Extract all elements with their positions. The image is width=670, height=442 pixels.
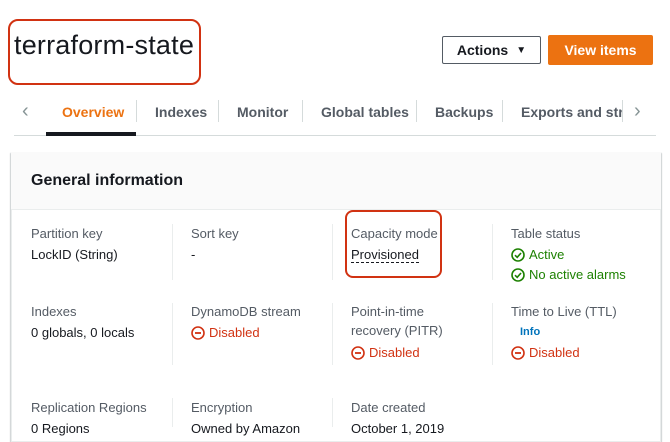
check-circle-icon (511, 268, 525, 282)
tab-backups[interactable]: Backups (435, 104, 493, 120)
ttl-label: Time to Live (TTL) (511, 304, 617, 319)
date-created-value: October 1, 2019 (351, 421, 445, 436)
column-divider (172, 398, 173, 427)
stream-status-text: Disabled (209, 325, 260, 340)
disabled-icon (351, 346, 365, 360)
indexes-value: 0 globals, 0 locals (31, 325, 135, 340)
capacity-mode-highlight (345, 210, 442, 278)
stream-status: Disabled (191, 323, 260, 343)
column-divider (332, 224, 333, 280)
tab-divider (136, 100, 137, 122)
indexes-label: Indexes (31, 304, 77, 319)
active-tab-indicator (46, 132, 136, 136)
page-title: terraform-state (14, 30, 195, 60)
disabled-icon (191, 326, 205, 340)
tab-exports-and-streams[interactable]: Exports and streams (521, 104, 622, 120)
pitr-label-line2: recovery (PITR) (351, 323, 443, 338)
replication-regions-label: Replication Regions (31, 400, 147, 415)
ttl-status: Disabled (511, 343, 580, 363)
tabs-scroll-right-icon[interactable]: › (634, 100, 641, 123)
encryption-value: Owned by Amazon (191, 421, 301, 436)
caret-down-icon: ▼ (516, 44, 527, 56)
dynamodb-stream-label: DynamoDB stream (191, 304, 301, 319)
ttl-status-text: Disabled (529, 345, 580, 360)
status-alarms-text: No active alarms (529, 267, 626, 282)
status-active: Active (511, 245, 564, 265)
column-divider (332, 398, 333, 427)
view-items-button[interactable]: View items (548, 35, 653, 65)
encryption-label: Encryption (191, 400, 253, 415)
tabs-scroll-left-icon[interactable]: ‹ (22, 100, 29, 123)
tab-divider (502, 100, 503, 122)
capacity-mode-text[interactable]: Provisioned (351, 247, 419, 263)
tab-divider (416, 100, 417, 122)
actions-label: Actions (456, 42, 509, 58)
pitr-status: Disabled (351, 343, 420, 363)
pitr-label-line1: Point-in-time (351, 304, 424, 319)
tab-indexes[interactable]: Indexes (155, 104, 207, 120)
capacity-mode-label: Capacity mode (351, 226, 438, 241)
status-active-text: Active (529, 247, 565, 262)
pitr-status-text: Disabled (369, 345, 420, 360)
column-divider (172, 303, 173, 365)
tab-divider (622, 100, 623, 122)
tab-overview[interactable]: Overview (62, 104, 124, 120)
status-alarms: No active alarms (511, 265, 626, 285)
disabled-icon (511, 346, 525, 360)
replication-regions-value: 0 Regions (31, 421, 90, 436)
ttl-info-link[interactable]: Info (520, 326, 540, 338)
capacity-mode-value[interactable]: Provisioned (351, 245, 419, 265)
sort-key-label: Sort key (191, 226, 239, 241)
tab-exports-clip: Exports and streams (505, 96, 622, 132)
column-divider (492, 224, 493, 280)
column-divider (492, 303, 493, 365)
partition-key-label: Partition key (31, 226, 103, 241)
tab-divider (218, 100, 219, 122)
tab-divider (302, 100, 303, 122)
check-circle-icon (511, 248, 525, 262)
panel-title: General information (31, 172, 184, 189)
table-status-label: Table status (511, 226, 581, 241)
column-divider (172, 224, 173, 280)
column-divider (332, 303, 333, 365)
tab-monitor[interactable]: Monitor (237, 104, 288, 120)
tab-global-tables[interactable]: Global tables (321, 104, 409, 120)
actions-button[interactable]: Actions ▼ (442, 36, 541, 64)
partition-key-value: LockID (String) (31, 247, 118, 262)
sort-key-value: - (191, 247, 196, 262)
date-created-label: Date created (351, 400, 426, 415)
